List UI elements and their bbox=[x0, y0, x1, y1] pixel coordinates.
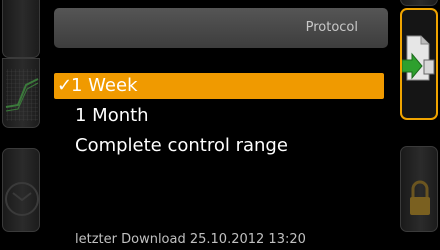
lock-icon bbox=[410, 180, 430, 215]
check-icon: ✓ bbox=[57, 75, 73, 96]
menu-item-1-month[interactable]: 1 Month bbox=[54, 103, 149, 129]
header-bar: Protocol bbox=[54, 8, 388, 48]
right-top-button[interactable] bbox=[400, 0, 438, 6]
menu-item-label: Complete control range bbox=[75, 135, 288, 156]
menu-item-label: 1 Week bbox=[71, 75, 138, 96]
menu-item-complete-control-range[interactable]: Complete control range bbox=[54, 133, 288, 159]
chart-button[interactable] bbox=[2, 58, 40, 128]
clock-button[interactable] bbox=[2, 148, 40, 232]
export-button[interactable] bbox=[400, 8, 438, 120]
menu-item-label: 1 Month bbox=[75, 105, 149, 126]
document-export-icon bbox=[401, 35, 435, 81]
last-download-status: letzter Download 25.10.2012 13:20 bbox=[75, 232, 306, 247]
left-top-button[interactable] bbox=[2, 0, 40, 58]
menu-item-1-week[interactable]: ✓1 Week bbox=[54, 73, 384, 99]
page-title: Protocol bbox=[305, 20, 358, 35]
chart-icon bbox=[5, 69, 39, 121]
screen: Protocol ✓1 Week 1 Month Complete contro… bbox=[0, 0, 440, 250]
lock-button[interactable] bbox=[400, 146, 438, 232]
clock-icon bbox=[5, 182, 39, 216]
